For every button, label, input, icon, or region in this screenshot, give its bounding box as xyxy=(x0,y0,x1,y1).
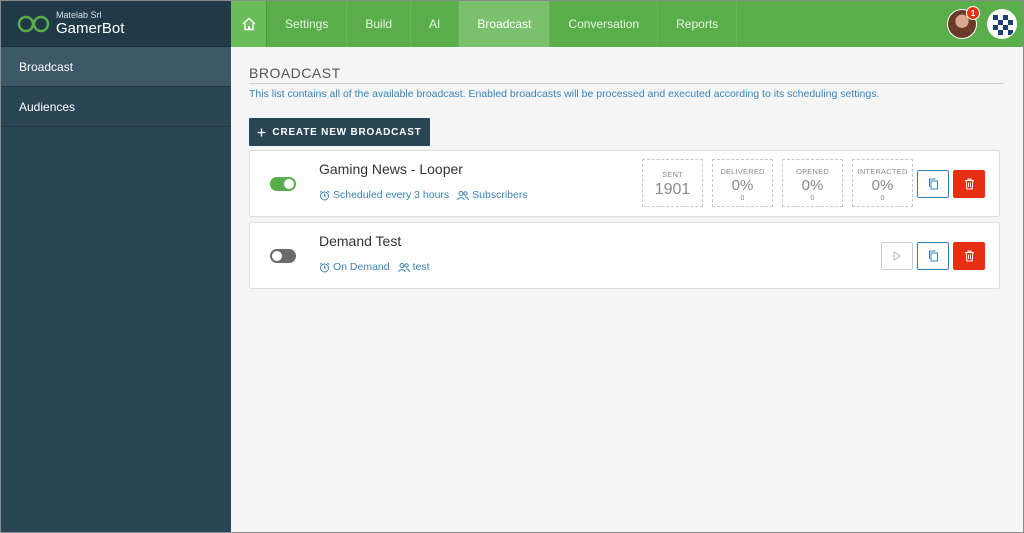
infinity-logo-icon xyxy=(17,15,50,32)
broadcast-meta: On Demand test xyxy=(319,261,430,273)
nav-right: 1 xyxy=(947,6,1017,39)
broadcast-card: Demand Test On Demand test xyxy=(249,222,1000,289)
tab-broadcast[interactable]: Broadcast xyxy=(459,1,551,47)
trash-icon xyxy=(964,250,974,262)
page-title: BROADCAST xyxy=(249,65,1004,84)
delete-button[interactable] xyxy=(953,170,985,198)
create-broadcast-button[interactable]: CREATE NEW BROADCAST xyxy=(249,118,430,146)
broadcast-actions xyxy=(917,170,985,198)
stat-value: 0% xyxy=(801,177,824,194)
alarm-clock-icon xyxy=(319,190,330,200)
bot-logo-icon xyxy=(989,11,1016,38)
schedule-text: Scheduled every 3 hours xyxy=(333,189,450,201)
stat-sent: SENT 1901 xyxy=(642,159,703,207)
home-button[interactable] xyxy=(231,1,267,47)
sidebar-item-audiences[interactable]: Audiences xyxy=(1,87,231,127)
broadcast-actions xyxy=(881,242,985,270)
users-icon xyxy=(457,190,469,200)
delete-button[interactable] xyxy=(953,242,985,270)
broadcast-schedule[interactable]: On Demand xyxy=(319,261,390,273)
tab-build[interactable]: Build xyxy=(347,1,412,47)
sidebar-item-broadcast[interactable]: Broadcast xyxy=(1,47,231,87)
copy-icon xyxy=(928,250,938,262)
duplicate-button[interactable] xyxy=(917,242,949,270)
broadcast-schedule[interactable]: Scheduled every 3 hours xyxy=(319,189,449,201)
bot-avatar[interactable] xyxy=(987,9,1017,39)
schedule-text: On Demand xyxy=(333,261,390,273)
broadcast-title[interactable]: Gaming News - Looper xyxy=(319,161,463,177)
brand-org: Matelab Srl xyxy=(56,10,102,20)
tab-conversation[interactable]: Conversation xyxy=(550,1,659,47)
top-nav: Settings Build AI Broadcast Conversation… xyxy=(231,1,1023,47)
tab-ai[interactable]: AI xyxy=(411,1,460,47)
stat-interacted: INTERACTED 0% 0 xyxy=(852,159,913,207)
stat-count: 0 xyxy=(880,195,885,202)
broadcast-audience[interactable]: test xyxy=(397,261,430,273)
stat-label: INTERACTED xyxy=(857,167,908,176)
tab-reports[interactable]: Reports xyxy=(658,1,738,47)
broadcast-card: Gaming News - Looper Scheduled every 3 h… xyxy=(249,150,1000,217)
toggle-knob xyxy=(272,251,282,261)
broadcast-enabled-toggle[interactable] xyxy=(270,249,296,263)
duplicate-button[interactable] xyxy=(917,170,949,198)
brand[interactable]: Matelab Srl GamerBot xyxy=(1,1,231,47)
broadcast-enabled-toggle[interactable] xyxy=(270,177,296,191)
app-window: Matelab Srl GamerBot Broadcast Audiences… xyxy=(0,0,1024,533)
broadcast-meta: Scheduled every 3 hours Subscribers xyxy=(319,189,528,201)
stat-opened: OPENED 0% 0 xyxy=(782,159,843,207)
stat-label: OPENED xyxy=(796,167,829,176)
broadcast-stats: SENT 1901 DELIVERED 0% 0 OPENED 0% 0 INT… xyxy=(642,159,913,207)
page-description: This list contains all of the available … xyxy=(249,88,880,100)
stat-count: 0 xyxy=(740,195,745,202)
broadcast-audience[interactable]: Subscribers xyxy=(457,189,528,201)
create-broadcast-label: CREATE NEW BROADCAST xyxy=(272,126,422,138)
stat-value: 0% xyxy=(871,177,894,194)
broadcast-title[interactable]: Demand Test xyxy=(319,233,401,249)
tab-settings[interactable]: Settings xyxy=(267,1,348,47)
home-icon xyxy=(242,17,255,31)
stat-value: 1901 xyxy=(654,181,691,198)
send-now-button[interactable] xyxy=(881,242,913,270)
main-content: BROADCAST This list contains all of the … xyxy=(231,47,1023,532)
sidebar: Matelab Srl GamerBot Broadcast Audiences xyxy=(1,1,231,532)
copy-icon xyxy=(928,178,938,190)
user-menu[interactable]: 1 xyxy=(947,6,980,39)
audience-text: Subscribers xyxy=(472,189,528,201)
stat-count: 0 xyxy=(810,195,815,202)
alarm-clock-icon xyxy=(319,262,330,272)
notification-badge: 1 xyxy=(966,6,980,20)
sidebar-item-label: Audiences xyxy=(19,99,76,114)
sidebar-item-label: Broadcast xyxy=(19,59,74,74)
play-icon xyxy=(893,251,902,261)
trash-icon xyxy=(964,178,974,190)
stat-label: SENT xyxy=(662,170,683,179)
stat-delivered: DELIVERED 0% 0 xyxy=(712,159,773,207)
toggle-knob xyxy=(284,179,294,189)
users-icon xyxy=(397,262,410,272)
brand-name: GamerBot xyxy=(56,20,125,37)
stat-label: DELIVERED xyxy=(720,167,765,176)
stat-value: 0% xyxy=(731,177,754,194)
plus-icon xyxy=(257,128,266,136)
audience-text: test xyxy=(412,261,430,273)
